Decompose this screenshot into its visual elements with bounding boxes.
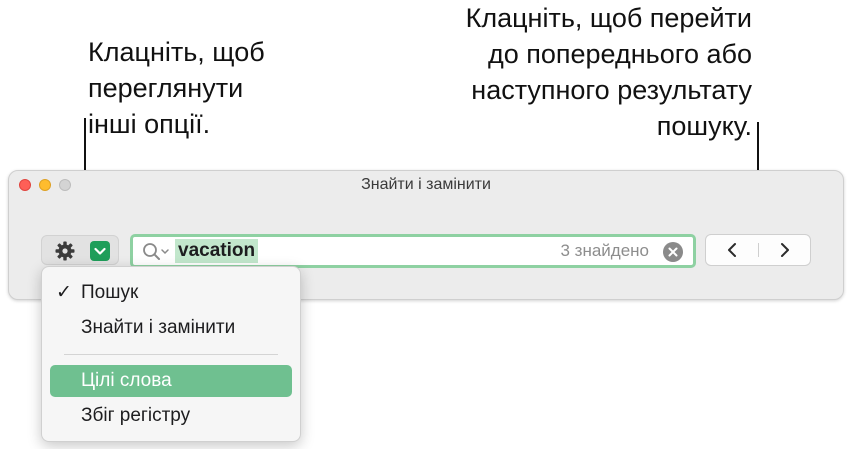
callout-more-options: Клацніть, щоб переглянути інші опції.: [88, 34, 328, 142]
callout-navigate-results: Клацніть, щоб перейти до попереднього аб…: [420, 0, 752, 144]
previous-result-button[interactable]: [706, 235, 758, 265]
search-query[interactable]: vacation: [175, 239, 259, 263]
gear-icon: [54, 240, 76, 262]
chevron-down-icon[interactable]: [90, 241, 110, 261]
checkmark-icon: ✓: [56, 282, 72, 303]
options-menu: ✓ Пошук Знайти і замінити Цілі слова Збі…: [41, 266, 301, 442]
callout-line: інші опції.: [88, 109, 211, 139]
menu-item-label: Цілі слова: [81, 370, 172, 391]
next-result-button[interactable]: [759, 235, 811, 265]
chevron-left-icon: [728, 243, 736, 257]
menu-separator: [64, 354, 278, 355]
clear-icon[interactable]: [663, 242, 683, 262]
callout-line: пошуку.: [656, 111, 752, 141]
callout-line: наступного результату: [471, 75, 752, 105]
menu-item-whole-words[interactable]: Цілі слова: [50, 365, 292, 397]
menu-item-match-case[interactable]: Збіг регістру: [42, 400, 300, 432]
menu-item-label: Збіг регістру: [81, 405, 191, 426]
menu-item-label: Пошук: [81, 282, 139, 303]
search-icon[interactable]: [141, 241, 171, 263]
result-count: 3 знайдено: [560, 241, 649, 260]
callout-line: переглянути: [88, 73, 244, 103]
menu-item-label: Знайти і замінити: [81, 317, 236, 338]
window-title: Знайти і замінити: [361, 176, 491, 193]
callout-line: Клацніть, щоб: [88, 37, 265, 67]
menu-item-find-replace[interactable]: Знайти і замінити: [42, 312, 300, 344]
chevron-right-icon: [781, 243, 789, 257]
title-bar: Знайти і замінити: [9, 171, 843, 199]
callout-line: Клацніть, щоб перейти: [465, 3, 752, 33]
callout-line: до попереднього або: [487, 39, 752, 69]
search-field[interactable]: vacation 3 знайдено: [130, 234, 696, 268]
menu-item-search[interactable]: ✓ Пошук: [42, 277, 300, 309]
options-button[interactable]: [41, 235, 119, 265]
result-navigation: [705, 234, 811, 266]
